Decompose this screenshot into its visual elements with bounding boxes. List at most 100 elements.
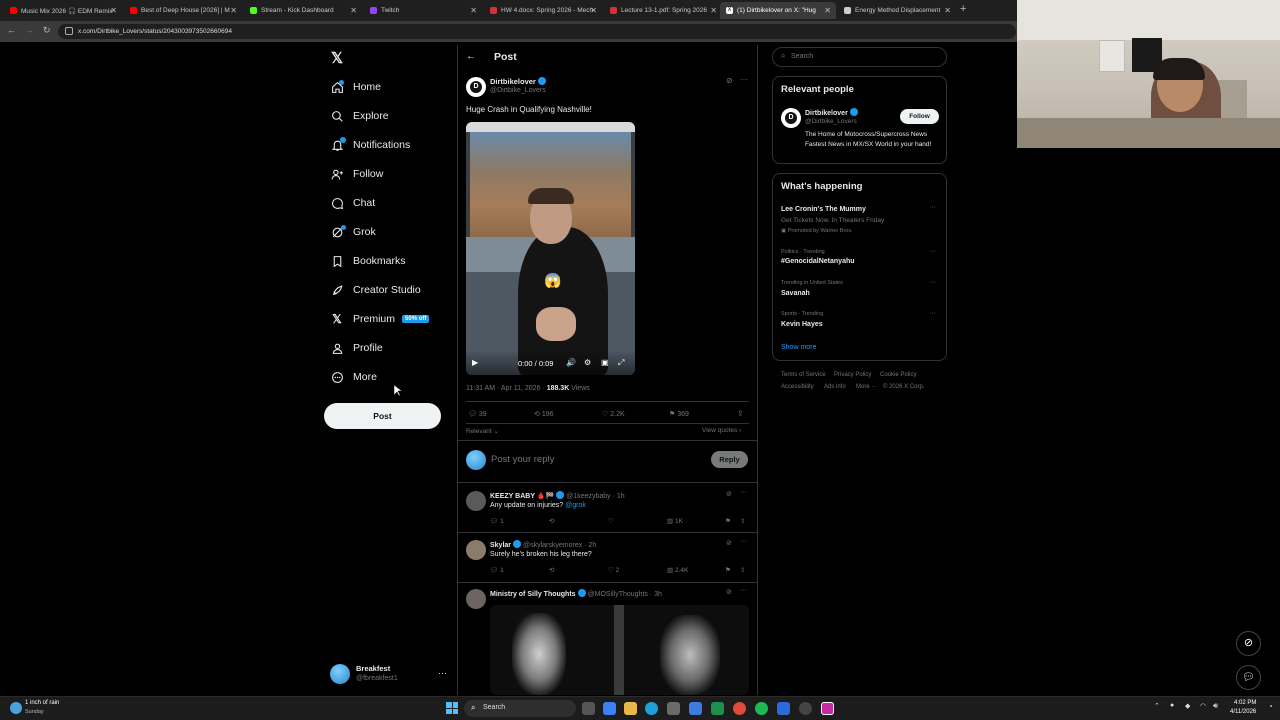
streaming-app-icon[interactable] — [821, 702, 834, 715]
show-more-link[interactable]: Show more — [781, 344, 816, 351]
obs-icon[interactable] — [799, 702, 812, 715]
like-action[interactable]: ♡ 2.2K — [602, 410, 625, 418]
close-tab-icon[interactable]: ✕ — [590, 6, 597, 15]
nav-creator-studio[interactable]: Creator Studio — [330, 279, 421, 301]
share-icon[interactable]: ⇪ — [737, 409, 744, 418]
close-tab-icon[interactable]: ✕ — [944, 6, 951, 15]
bookmark-icon[interactable]: ⚑ — [725, 517, 731, 525]
messages-float-icon[interactable]: 💬︎ — [1236, 665, 1261, 690]
taskbar-date[interactable]: 4/11/2026 — [1230, 709, 1256, 715]
reply-avatar[interactable] — [466, 589, 486, 609]
excel-icon[interactable] — [711, 702, 724, 715]
reply-repost-action[interactable]: ⟲ — [549, 517, 554, 525]
author-avatar[interactable]: D — [466, 77, 486, 97]
author-name[interactable]: Dirtbikelover — [490, 77, 546, 86]
back-arrow-icon[interactable]: ← — [7, 25, 16, 35]
nav-follow[interactable]: Follow — [330, 163, 383, 185]
nav-explore[interactable]: Explore — [330, 105, 389, 127]
reply-like-action[interactable]: ♡ — [608, 517, 614, 525]
post-button[interactable]: Post — [324, 403, 441, 429]
fullscreen-icon[interactable]: ⤢ — [618, 358, 624, 368]
post-video[interactable]: 😱 ▶ 0:00 / 0:09 🔊 ⚙ ▣ ⤢ — [466, 122, 635, 375]
grok-analyze-icon[interactable]: ⊘ — [726, 76, 733, 85]
new-tab-button[interactable]: + — [960, 3, 966, 15]
site-info-icon[interactable] — [65, 27, 73, 35]
close-tab-icon[interactable]: ✕ — [230, 6, 237, 15]
tab-hw4[interactable]: HW 4.docx: Spring 2026 - Mech ✕ — [484, 2, 602, 19]
tray-chevron-icon[interactable]: ⌃ — [1154, 702, 1160, 710]
close-tab-icon[interactable]: ✕ — [110, 6, 117, 15]
more-options-icon[interactable]: ··· — [929, 248, 936, 255]
trend-title[interactable]: Savanah — [781, 290, 810, 297]
reply-button[interactable]: Reply — [711, 451, 748, 468]
close-tab-icon[interactable]: ✕ — [710, 6, 717, 15]
tab-youtube-edm[interactable]: Music Mix 2026 🎧 EDM Remix ✕ — [4, 2, 122, 19]
weather-title[interactable]: 1 inch of rain — [25, 700, 59, 706]
grok-analyze-icon[interactable]: ⊘ — [726, 539, 732, 547]
x-logo-icon[interactable]: 𝕏 — [331, 49, 343, 67]
grok-float-icon[interactable]: ⊘ — [1236, 631, 1261, 656]
nav-bookmarks[interactable]: Bookmarks — [330, 250, 406, 272]
more-options-icon[interactable]: ··· — [929, 310, 936, 317]
copilot-icon[interactable] — [603, 702, 616, 715]
volume-icon[interactable]: 🔊︎ — [1213, 701, 1218, 711]
tab-energy-method[interactable]: Energy Method Displacement ✕ — [838, 2, 956, 19]
reply-image-xray[interactable] — [490, 605, 749, 695]
repost-action[interactable]: ⟲ 196 — [534, 410, 554, 418]
reply-views[interactable]: ▥ 1K — [667, 517, 683, 525]
tab-kick[interactable]: Stream - Kick Dashboard ✕ — [244, 2, 362, 19]
relevant-avatar[interactable]: D — [781, 108, 801, 128]
bookmark-icon[interactable]: ⚑ — [725, 566, 731, 574]
file-explorer-icon[interactable] — [624, 702, 637, 715]
reply-avatar[interactable] — [466, 540, 486, 560]
tab-youtube-deephouse[interactable]: Best of Deep House [2026] | M ✕ — [124, 2, 242, 19]
tab-twitch[interactable]: Twitch ✕ — [364, 2, 482, 19]
footer-terms[interactable]: Terms of Service — [781, 372, 826, 378]
nav-home[interactable]: Home — [330, 76, 381, 98]
trend-title[interactable]: Lee Cronin's The Mummy — [781, 206, 866, 213]
reply-reply-action[interactable]: 💬︎ 1 — [490, 566, 504, 574]
mail-icon[interactable] — [689, 702, 702, 715]
settings-gear-icon[interactable]: ⚙ — [584, 358, 591, 367]
nav-chat[interactable]: Chat — [330, 192, 375, 214]
footer-ads-info[interactable]: Ads info — [824, 384, 846, 390]
trend-title[interactable]: Kevin Hayes — [781, 321, 823, 328]
nav-more[interactable]: More — [330, 366, 377, 388]
more-options-icon[interactable]: ··· — [740, 75, 748, 84]
grok-analyze-icon[interactable]: ⊘ — [726, 588, 732, 596]
edge-icon[interactable] — [645, 702, 658, 715]
taskbar-search[interactable]: ⌕ Search — [464, 700, 576, 717]
search-input[interactable]: Search — [791, 53, 813, 60]
close-tab-icon[interactable]: ✕ — [470, 6, 477, 15]
footer-accessibility[interactable]: Accessibility — [781, 384, 814, 390]
address-bar[interactable]: x.com/Dirtbike_Lovers/status/20430039735… — [58, 24, 1016, 39]
tray-app-icon[interactable]: ◆ — [1185, 702, 1190, 710]
reply-avatar[interactable] — [466, 491, 486, 511]
forward-arrow-icon[interactable]: → — [25, 25, 34, 35]
account-menu-icon[interactable]: ··· — [438, 668, 447, 678]
account-avatar[interactable] — [330, 664, 350, 684]
back-arrow-icon[interactable]: ← — [466, 51, 476, 62]
reload-icon[interactable]: ↻ — [43, 25, 51, 36]
tab-x-post[interactable]: X (1) Dirtbikelover on X: "Hug ✕ — [720, 2, 836, 19]
chrome-icon[interactable] — [733, 702, 746, 715]
more-options-icon[interactable]: ··· — [740, 587, 747, 594]
reply-repost-action[interactable]: ⟲ — [549, 566, 554, 574]
reply-action[interactable]: 💬︎ 39 — [468, 410, 487, 418]
reply-input[interactable]: Post your reply — [491, 454, 554, 465]
close-tab-icon[interactable]: ✕ — [824, 6, 831, 15]
grok-analyze-icon[interactable]: ⊘ — [726, 490, 732, 498]
more-options-icon[interactable]: ··· — [929, 279, 936, 286]
follow-button[interactable]: Follow — [900, 109, 939, 124]
nav-profile[interactable]: Profile — [330, 337, 383, 359]
picture-in-picture-icon[interactable]: ▣ — [601, 358, 609, 367]
taskbar-time[interactable]: 4:02 PM — [1234, 700, 1256, 706]
share-icon[interactable]: ⇪ — [740, 566, 745, 574]
reply-reply-action[interactable]: 💬︎ 1 — [490, 517, 504, 525]
notification-bell-icon[interactable]: ◔ — [1268, 702, 1273, 711]
nav-grok[interactable]: Grok — [330, 221, 376, 243]
view-quotes-link[interactable]: View quotes › — [702, 427, 741, 434]
share-icon[interactable]: ⇪ — [740, 517, 745, 525]
tray-app-icon[interactable]: ● — [1170, 702, 1174, 709]
task-view-icon[interactable] — [582, 702, 595, 715]
